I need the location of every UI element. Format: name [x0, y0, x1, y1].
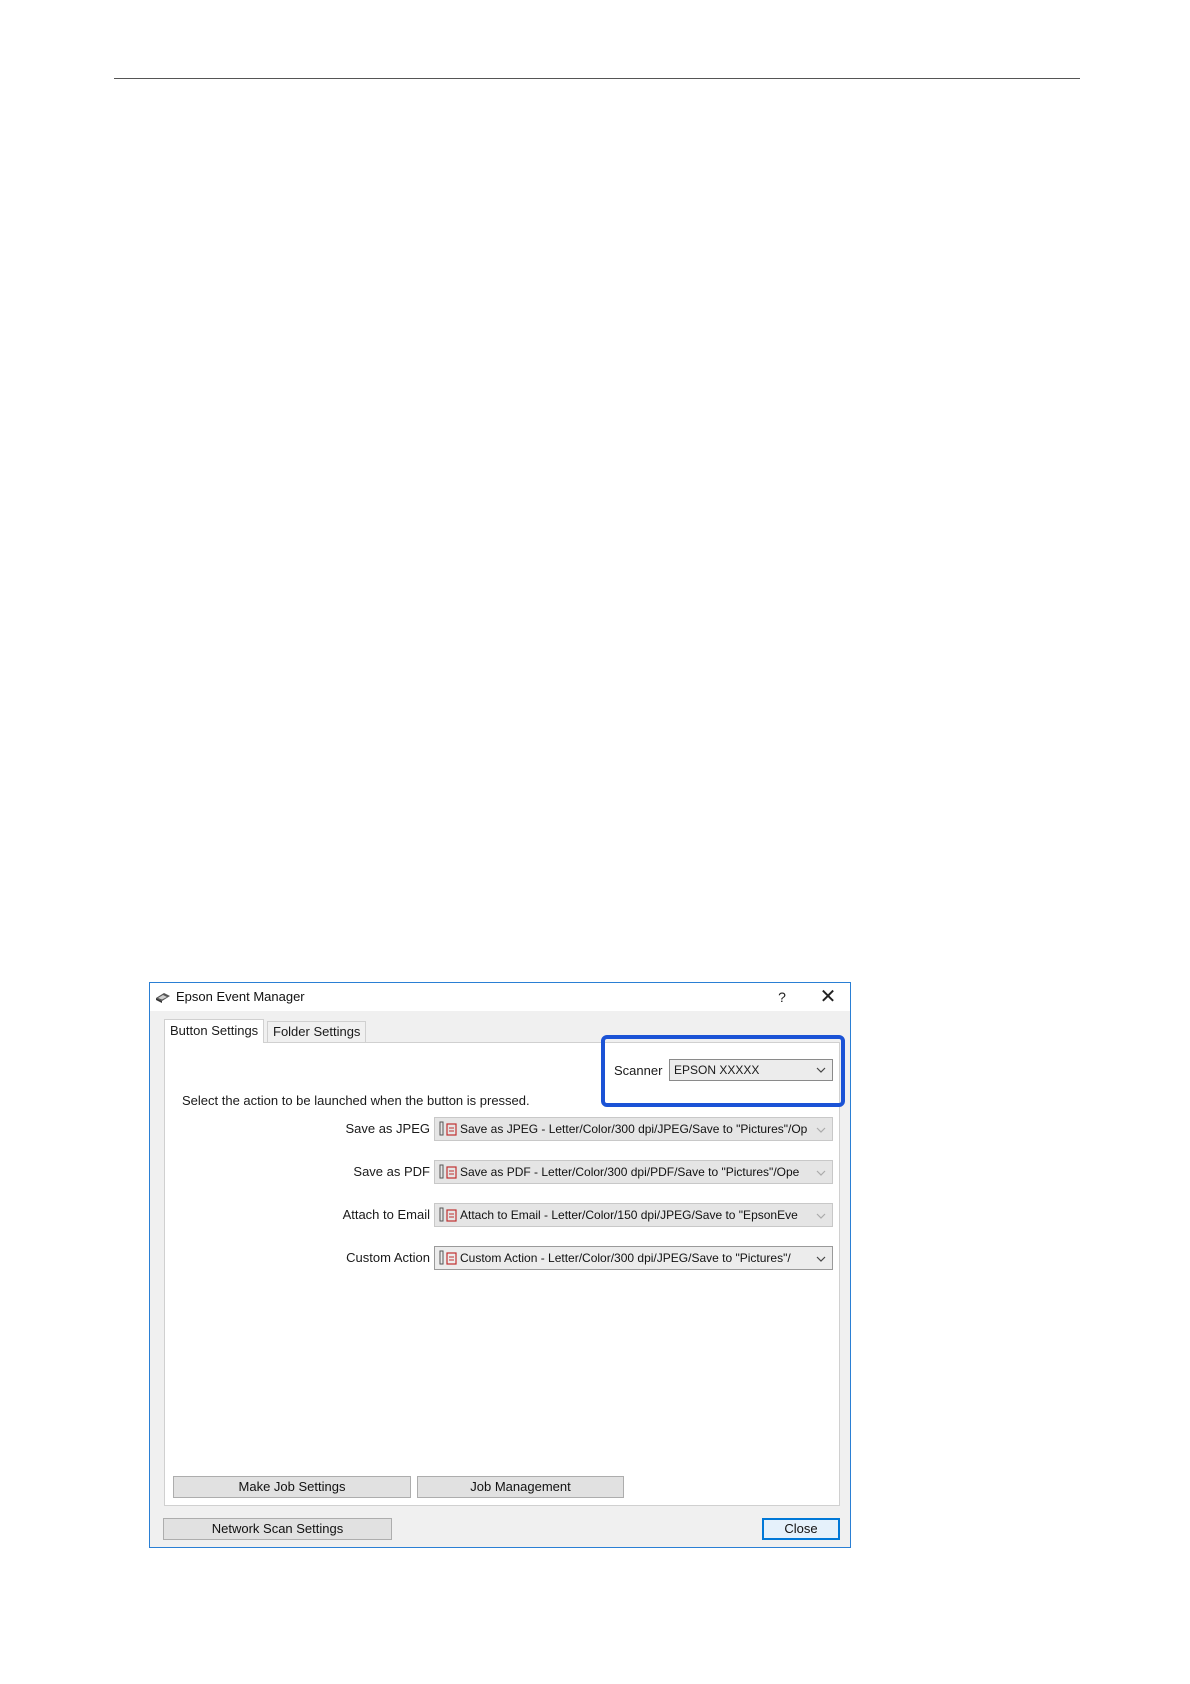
action-dropdown-value: Custom Action - Letter/Color/300 dpi/JPE…: [460, 1251, 791, 1265]
scanner-app-icon: [156, 993, 170, 1003]
action-dropdown-value: Save as JPEG - Letter/Color/300 dpi/JPEG…: [460, 1122, 808, 1136]
chevron-down-icon: [816, 1213, 826, 1219]
action-dropdown-value: Attach to Email - Letter/Color/150 dpi/J…: [460, 1208, 798, 1222]
button-settings-panel: [164, 1042, 840, 1506]
epson-event-manager-window: Epson Event Manager ? ✕ Button Settings …: [149, 982, 851, 1548]
page-header-rule: [114, 78, 1080, 79]
job-action-icon: [439, 1250, 457, 1265]
window-title: Epson Event Manager: [176, 989, 305, 1004]
action-dropdown-save-as-jpeg[interactable]: Save as JPEG - Letter/Color/300 dpi/JPEG…: [434, 1117, 833, 1141]
help-button[interactable]: ?: [770, 986, 794, 1008]
scanner-highlight-frame: [601, 1035, 845, 1107]
chevron-down-icon: [816, 1127, 826, 1133]
action-dropdown-attach-to-email[interactable]: Attach to Email - Letter/Color/150 dpi/J…: [434, 1203, 833, 1227]
job-management-button[interactable]: Job Management: [417, 1476, 624, 1498]
chevron-down-icon: [816, 1256, 826, 1262]
action-label-save-as-jpeg: Save as JPEG: [345, 1121, 430, 1136]
close-button[interactable]: Close: [762, 1518, 840, 1540]
action-label-save-as-pdf: Save as PDF: [353, 1164, 430, 1179]
title-bar[interactable]: Epson Event Manager ? ✕: [150, 983, 850, 1011]
tab-button-settings[interactable]: Button Settings: [164, 1019, 265, 1043]
action-label-attach-to-email: Attach to Email: [342, 1207, 430, 1222]
chevron-down-icon: [816, 1170, 826, 1176]
instruction-text: Select the action to be launched when th…: [182, 1093, 530, 1108]
window-close-button[interactable]: ✕: [816, 986, 840, 1008]
job-action-icon: [439, 1164, 457, 1179]
job-action-icon: [439, 1121, 457, 1136]
action-dropdown-value: Save as PDF - Letter/Color/300 dpi/PDF/S…: [460, 1165, 800, 1179]
action-dropdown-save-as-pdf[interactable]: Save as PDF - Letter/Color/300 dpi/PDF/S…: [434, 1160, 833, 1184]
action-label-custom-action: Custom Action: [346, 1250, 430, 1265]
make-job-settings-button[interactable]: Make Job Settings: [173, 1476, 411, 1498]
network-scan-settings-button[interactable]: Network Scan Settings: [163, 1518, 392, 1540]
tab-folder-settings[interactable]: Folder Settings: [267, 1021, 367, 1043]
action-dropdown-custom-action[interactable]: Custom Action - Letter/Color/300 dpi/JPE…: [434, 1246, 833, 1270]
job-action-icon: [439, 1207, 457, 1222]
